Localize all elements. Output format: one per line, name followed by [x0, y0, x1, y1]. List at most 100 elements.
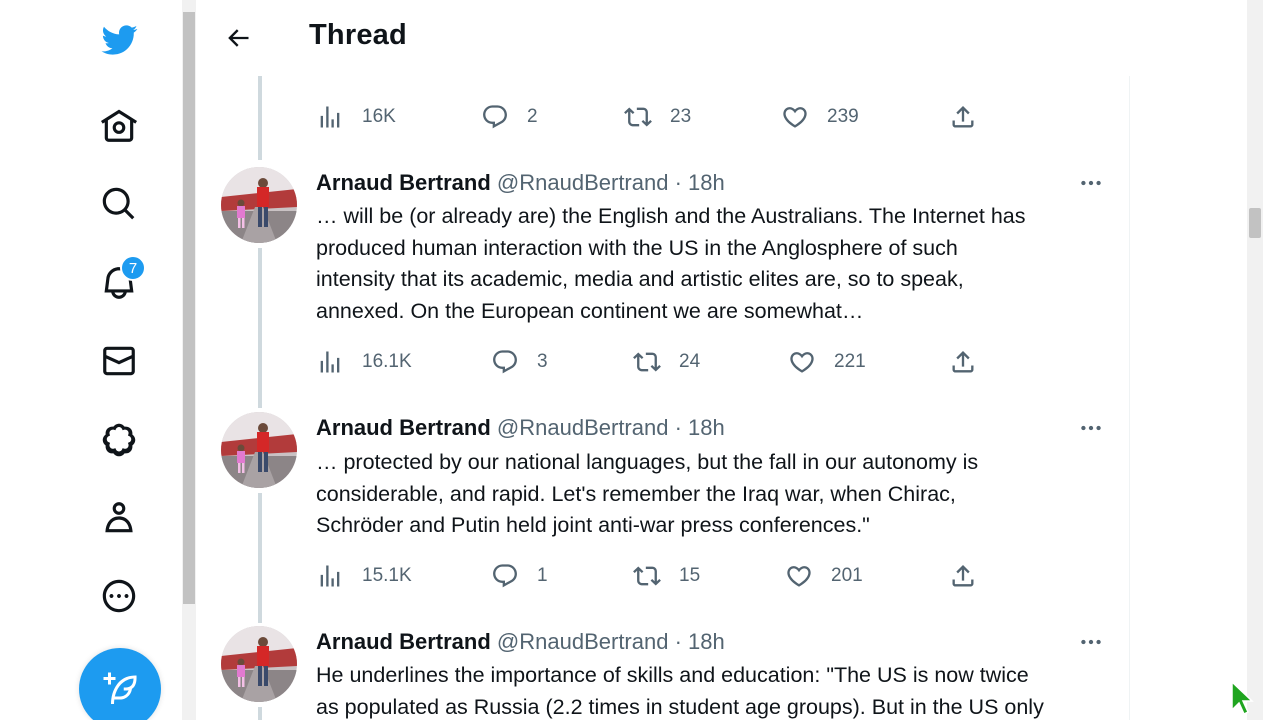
tweet-text: He underlines the importance of skills a…	[316, 660, 1116, 720]
like-count: 221	[834, 351, 866, 372]
twitter-logo-icon[interactable]	[92, 13, 146, 67]
retweet-count: 15	[679, 565, 701, 586]
views-button[interactable]: 16.1K	[316, 342, 412, 382]
views-button[interactable]: 15.1K	[316, 556, 412, 596]
heart-icon	[785, 562, 813, 590]
thread-connector	[258, 76, 262, 160]
tweet-text: … will be (or already are) the English a…	[316, 201, 1116, 327]
tweet-text-line: produced human interaction with the US i…	[316, 235, 958, 260]
share-icon	[949, 562, 977, 590]
views-icon	[316, 348, 344, 376]
tweet-text-line: He underlines the importance of skills a…	[316, 663, 1029, 687]
back-arrow-icon[interactable]	[220, 20, 256, 56]
more-circle-icon[interactable]	[92, 569, 146, 623]
tweet-time[interactable]: 18h	[688, 415, 725, 440]
like-button[interactable]: 201	[785, 556, 863, 596]
thread-column: Thread 16K 2 23 239 Arnaud Bertrand @Rna…	[196, 0, 1130, 720]
reply-button[interactable]: 2	[481, 97, 538, 137]
share-icon	[949, 348, 977, 376]
tweet-actions: 15.1K 1 15 201	[316, 556, 996, 596]
like-count: 201	[831, 565, 863, 586]
avatar[interactable]	[221, 626, 297, 702]
retweet-count: 24	[679, 351, 701, 372]
notification-badge: 7	[120, 255, 146, 281]
page-scrollbar[interactable]	[1247, 0, 1263, 720]
reply-button[interactable]: 3	[491, 342, 548, 382]
views-icon	[316, 103, 344, 131]
author-handle[interactable]: @RnaudBertrand	[497, 170, 669, 195]
author-name[interactable]: Arnaud Bertrand	[316, 170, 491, 195]
avatar[interactable]	[221, 412, 297, 488]
retweet-icon	[633, 562, 661, 590]
views-count: 16K	[362, 106, 396, 127]
author-handle[interactable]: @RnaudBertrand	[497, 415, 669, 440]
author-name[interactable]: Arnaud Bertrand	[316, 629, 491, 654]
author-name[interactable]: Arnaud Bertrand	[316, 415, 491, 440]
thread-header: Thread	[196, 0, 1130, 76]
home-icon[interactable]	[92, 99, 146, 153]
more-options-icon[interactable]	[1076, 168, 1106, 198]
tweet-header: Arnaud Bertrand @RnaudBertrand · 18h	[316, 415, 725, 441]
share-button[interactable]	[949, 342, 977, 382]
author-handle[interactable]: @RnaudBertrand	[497, 629, 669, 654]
left-navigation: 7	[0, 0, 182, 720]
compose-tweet-button[interactable]	[79, 648, 161, 720]
twitter-blue-icon[interactable]	[92, 413, 146, 467]
reply-count: 1	[537, 565, 548, 586]
mail-icon[interactable]	[92, 334, 146, 388]
tweet-header: Arnaud Bertrand @RnaudBertrand · 18h	[316, 629, 725, 655]
tweet-text-line: … protected by our national languages, b…	[316, 450, 979, 474]
separator-dot: ·	[674, 415, 682, 440]
tweet-text-line: Schröder and Putin held joint anti-war p…	[316, 513, 870, 537]
page-scrollbar-thumb[interactable]	[1249, 208, 1261, 238]
retweet-count: 23	[670, 106, 692, 127]
share-icon	[949, 103, 977, 131]
reply-icon	[491, 562, 519, 590]
reply-count: 2	[527, 106, 538, 127]
share-button[interactable]	[949, 97, 977, 137]
like-button[interactable]: 221	[788, 342, 866, 382]
like-button[interactable]: 239	[781, 97, 859, 137]
tweet-actions: 16.1K 3 24 221	[316, 342, 996, 382]
retweet-icon	[633, 348, 661, 376]
avatar[interactable]	[221, 167, 297, 243]
like-count: 239	[827, 106, 859, 127]
reply-count: 3	[537, 351, 548, 372]
share-button[interactable]	[949, 556, 977, 596]
search-icon[interactable]	[92, 177, 146, 231]
sidebar-scrollbar[interactable]	[182, 0, 196, 720]
feather-plus-icon	[103, 672, 137, 704]
tweet-text-line: … will be (or already are) the English a…	[316, 204, 1026, 228]
thread-connector	[258, 493, 262, 623]
retweet-button[interactable]: 23	[624, 97, 691, 137]
more-options-icon[interactable]	[1076, 627, 1106, 657]
separator-dot: ·	[674, 629, 682, 654]
profile-icon[interactable]	[92, 491, 146, 545]
thread-connector	[258, 707, 262, 720]
tweet-text: … protected by our national languages, b…	[316, 447, 1116, 542]
retweet-button[interactable]: 15	[633, 556, 700, 596]
sidebar-scrollbar-thumb[interactable]	[183, 12, 195, 604]
tweet-text-line: annexed. On the European continent we ar…	[316, 298, 864, 323]
retweet-button[interactable]: 24	[633, 342, 700, 382]
thread-connector	[258, 248, 262, 408]
views-button[interactable]: 16K	[316, 97, 396, 137]
heart-icon	[781, 103, 809, 131]
reply-icon	[481, 103, 509, 131]
tweet-time[interactable]: 18h	[688, 629, 725, 654]
tweet-text-line: as populated as Russia (2.2 times in stu…	[316, 694, 1044, 719]
page-title: Thread	[309, 19, 407, 51]
views-count: 15.1K	[362, 565, 412, 586]
tweet-header: Arnaud Bertrand @RnaudBertrand · 18h	[316, 170, 725, 196]
retweet-icon	[624, 103, 652, 131]
tweet-time[interactable]: 18h	[688, 170, 725, 195]
mouse-pointer-icon	[1231, 680, 1254, 716]
tweet-actions: 16K 2 23 239	[316, 97, 996, 137]
reply-button[interactable]: 1	[491, 556, 548, 596]
tweet-text-line: considerable, and rapid. Let's remember …	[316, 481, 956, 506]
tweet-text-line: intensity that its academic, media and a…	[316, 267, 964, 291]
separator-dot: ·	[674, 170, 682, 195]
views-count: 16.1K	[362, 351, 412, 372]
reply-icon	[491, 348, 519, 376]
more-options-icon[interactable]	[1076, 413, 1106, 443]
